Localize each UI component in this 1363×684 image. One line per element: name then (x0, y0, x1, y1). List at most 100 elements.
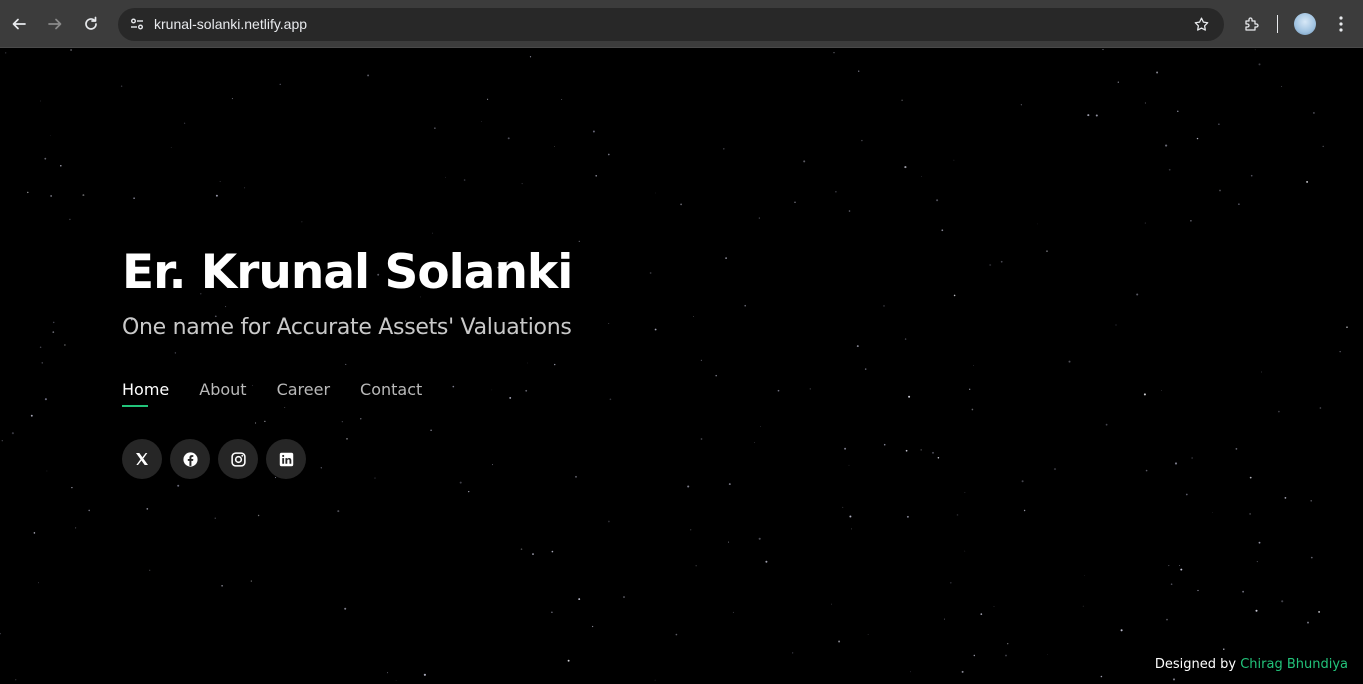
star (1082, 605, 1084, 607)
footer-credit: Designed by Chirag Bhundiya (1155, 657, 1348, 672)
facebook-icon (182, 451, 198, 467)
star (608, 520, 610, 523)
star (835, 191, 837, 193)
star (52, 331, 55, 333)
star (844, 447, 847, 450)
star (973, 654, 976, 657)
star (551, 550, 554, 553)
star (1100, 675, 1103, 678)
star (38, 582, 39, 584)
star (1238, 203, 1240, 205)
star (279, 83, 281, 85)
star (1281, 600, 1284, 603)
url-text[interactable]: krunal-solanki.netlify.app (154, 16, 307, 32)
star (445, 176, 446, 178)
star (1249, 513, 1251, 515)
star (607, 153, 610, 156)
star (969, 388, 971, 390)
star (758, 217, 760, 219)
footer-author-link[interactable]: Chirag Bhundiya (1240, 657, 1348, 672)
back-button[interactable] (7, 12, 31, 36)
star (1185, 493, 1188, 496)
profile-avatar[interactable] (1294, 13, 1316, 35)
star (1223, 648, 1225, 650)
site-info-button[interactable] (126, 13, 148, 35)
star (728, 483, 731, 486)
star (831, 603, 833, 605)
star (961, 670, 964, 673)
facebook-link[interactable] (170, 439, 210, 479)
star (595, 175, 597, 177)
star (971, 408, 974, 411)
star (1284, 497, 1287, 499)
star (1037, 223, 1038, 225)
star (906, 515, 909, 518)
address-bar[interactable]: krunal-solanki.netlify.app (118, 8, 1224, 41)
star (575, 475, 577, 478)
star (908, 395, 911, 398)
star (654, 679, 656, 681)
star (1172, 678, 1176, 681)
star (1115, 324, 1117, 326)
star (850, 528, 852, 530)
star (1143, 393, 1146, 396)
star (675, 633, 678, 636)
star (215, 194, 218, 197)
star (1007, 643, 1009, 645)
star (1168, 168, 1171, 171)
forward-button[interactable] (43, 12, 67, 36)
nav-link-home[interactable]: Home (122, 380, 169, 407)
star (883, 305, 885, 307)
bookmark-button[interactable] (1190, 13, 1212, 35)
star (257, 514, 260, 517)
star (1177, 110, 1179, 113)
hero-section: Er. Krunal Solanki One name for Accurate… (122, 245, 573, 479)
star (1021, 480, 1024, 483)
arrow-left-icon (12, 18, 26, 30)
star (623, 596, 625, 598)
star (1020, 104, 1022, 106)
star (754, 442, 756, 443)
star (0, 633, 1, 635)
star (1170, 583, 1173, 585)
star (867, 634, 869, 635)
star (423, 673, 426, 676)
star (1307, 621, 1309, 624)
nav-link-career[interactable]: Career (277, 380, 330, 407)
star (1136, 293, 1139, 296)
star (932, 451, 934, 454)
star (725, 257, 727, 259)
star (1322, 145, 1324, 148)
x-link[interactable] (122, 439, 162, 479)
star (655, 192, 656, 194)
instagram-link[interactable] (218, 439, 258, 479)
star (1105, 423, 1108, 426)
star (833, 52, 835, 54)
star (949, 581, 952, 584)
star (60, 164, 62, 167)
main-nav: Home About Career Contact (122, 380, 572, 407)
kebab-menu-icon (1339, 16, 1343, 32)
star (1191, 457, 1193, 459)
reload-button[interactable] (79, 12, 103, 36)
linkedin-link[interactable] (266, 439, 306, 479)
star (170, 146, 172, 148)
star (507, 137, 510, 140)
star (744, 304, 746, 307)
star (1242, 590, 1244, 593)
star (1219, 189, 1221, 192)
nav-link-about[interactable]: About (199, 380, 246, 407)
star (1161, 390, 1162, 391)
star (690, 529, 692, 531)
star (921, 176, 923, 177)
star (1168, 565, 1170, 567)
star (849, 515, 852, 518)
star (1120, 629, 1123, 632)
star (1310, 556, 1313, 559)
browser-menu-button[interactable] (1330, 12, 1352, 36)
extensions-button[interactable] (1240, 12, 1264, 36)
star (75, 527, 77, 529)
star (1166, 618, 1168, 621)
star (52, 321, 55, 324)
nav-link-contact[interactable]: Contact (360, 380, 422, 407)
